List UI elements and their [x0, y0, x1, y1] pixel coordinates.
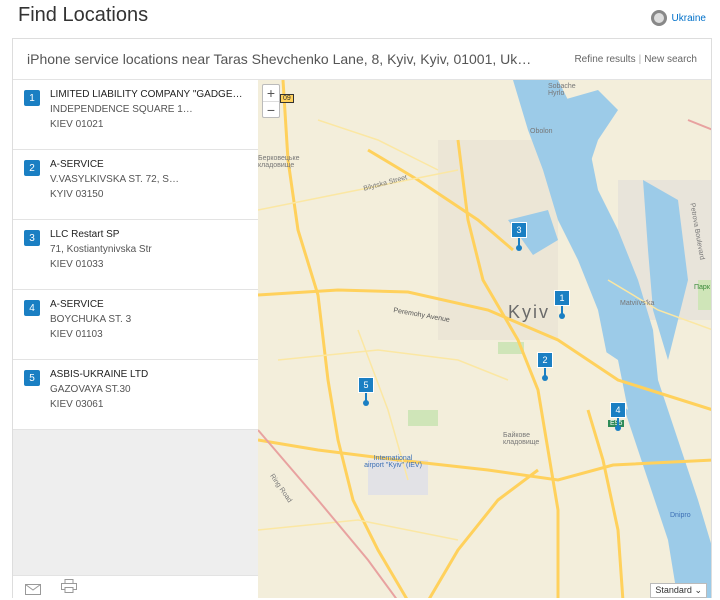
link-separator: |: [638, 53, 642, 65]
zoom-in-button[interactable]: +: [263, 85, 279, 102]
location-name: LLC Restart SP: [50, 229, 120, 240]
map-pin-4[interactable]: 4: [610, 402, 626, 431]
location-street: 71, Kostiantynivska Str: [50, 244, 152, 255]
country-selector[interactable]: Ukraine: [650, 10, 706, 26]
location-street: BOYCHUKA ST. 3: [50, 314, 132, 325]
globe-icon: [650, 10, 667, 26]
country-link[interactable]: Ukraine: [672, 13, 706, 24]
map-label-sobache: Sobache Hyrlo: [548, 83, 576, 97]
pin-dot: [615, 425, 621, 431]
map-pin-2[interactable]: 2: [537, 352, 553, 381]
location-number: 3: [24, 230, 40, 246]
header-links: Refine results | New search: [574, 54, 697, 65]
map-pin-1[interactable]: 1: [554, 290, 570, 319]
panel-header: iPhone service locations near Taras Shev…: [13, 39, 711, 80]
list-footer: [13, 575, 258, 598]
pin-number: 1: [554, 290, 570, 306]
location-item[interactable]: 4 A-SERVICE BOYCHUKA ST. 3 KIEV 01103: [13, 290, 258, 360]
location-name: ASBIS-UKRAINE LTD: [50, 369, 149, 380]
location-number: 2: [24, 160, 40, 176]
location-street: GAZOVAYA ST.30: [50, 384, 131, 395]
road-shield: 09: [280, 94, 294, 103]
map-label-obolon: Obolon: [530, 128, 553, 135]
location-number: 1: [24, 90, 40, 106]
map-label-matvi: Matviïvs'ka: [620, 300, 655, 307]
map-label-dnipro: Dnipro: [670, 512, 691, 519]
location-number: 4: [24, 300, 40, 316]
map-label-airport: International airport "Kyiv" (IEV): [364, 455, 422, 469]
location-name: A-SERVICE: [50, 299, 104, 310]
map-canvas: [258, 80, 711, 598]
new-search-link[interactable]: New search: [644, 54, 697, 65]
zoom-out-button[interactable]: −: [263, 102, 279, 118]
location-name: LIMITED LIABILITY COMPANY "GADGE…: [50, 89, 243, 100]
pin-dot: [363, 400, 369, 406]
pin-dot: [559, 313, 565, 319]
pin-number: 3: [511, 222, 527, 238]
pin-dot: [516, 245, 522, 251]
refine-results-link[interactable]: Refine results: [574, 54, 635, 65]
results-panel: iPhone service locations near Taras Shev…: [12, 38, 712, 598]
pin-dot: [542, 375, 548, 381]
pin-number: 4: [610, 402, 626, 418]
location-street: INDEPENDENCE SQUARE 1…: [50, 104, 193, 115]
chevron-down-icon: ⌄: [694, 585, 702, 595]
print-icon[interactable]: [61, 579, 77, 598]
location-street: V.VASYLKIVSKA ST. 72, S…: [50, 174, 179, 185]
location-city: KIEV 01033: [50, 259, 104, 270]
mail-icon[interactable]: [25, 582, 41, 600]
location-list: 1 LIMITED LIABILITY COMPANY "GADGE… INDE…: [13, 80, 259, 598]
location-number: 5: [24, 370, 40, 386]
map-type-select[interactable]: Standard ⌄: [650, 583, 707, 598]
location-name: A-SERVICE: [50, 159, 104, 170]
map-label-park: Парк: [694, 284, 710, 291]
map-label-baikove: Байкове кладовище: [503, 432, 540, 446]
zoom-control: + −: [262, 84, 280, 118]
location-city: KIEV 01103: [50, 329, 103, 340]
pin-number: 5: [358, 377, 374, 393]
map-view[interactable]: + − 09 Kyiv Sobache Hyrlo Obolon Беркoве…: [258, 80, 711, 598]
search-query: iPhone service locations near Taras Shev…: [27, 51, 532, 67]
map-pin-5[interactable]: 5: [358, 377, 374, 406]
location-city: KIEV 03061: [50, 399, 104, 410]
map-type-label: Standard: [655, 585, 692, 595]
location-item[interactable]: 2 A-SERVICE V.VASYLKIVSKA ST. 72, S… KYI…: [13, 150, 258, 220]
location-item[interactable]: 5 ASBIS-UKRAINE LTD GAZOVAYA ST.30 KIEV …: [13, 360, 258, 430]
map-label-cemetery-north: Беркoвецьке кладовище: [258, 155, 300, 169]
map-pin-3[interactable]: 3: [511, 222, 527, 251]
city-label: Kyiv: [508, 302, 551, 322]
location-city: KYIV 03150: [50, 189, 104, 200]
page-title: Find Locations: [18, 4, 149, 26]
location-item[interactable]: 3 LLC Restart SP 71, Kostiantynivska Str…: [13, 220, 258, 290]
location-city: KIEV 01021: [50, 119, 104, 130]
pin-number: 2: [537, 352, 553, 368]
location-item[interactable]: 1 LIMITED LIABILITY COMPANY "GADGE… INDE…: [13, 80, 258, 150]
